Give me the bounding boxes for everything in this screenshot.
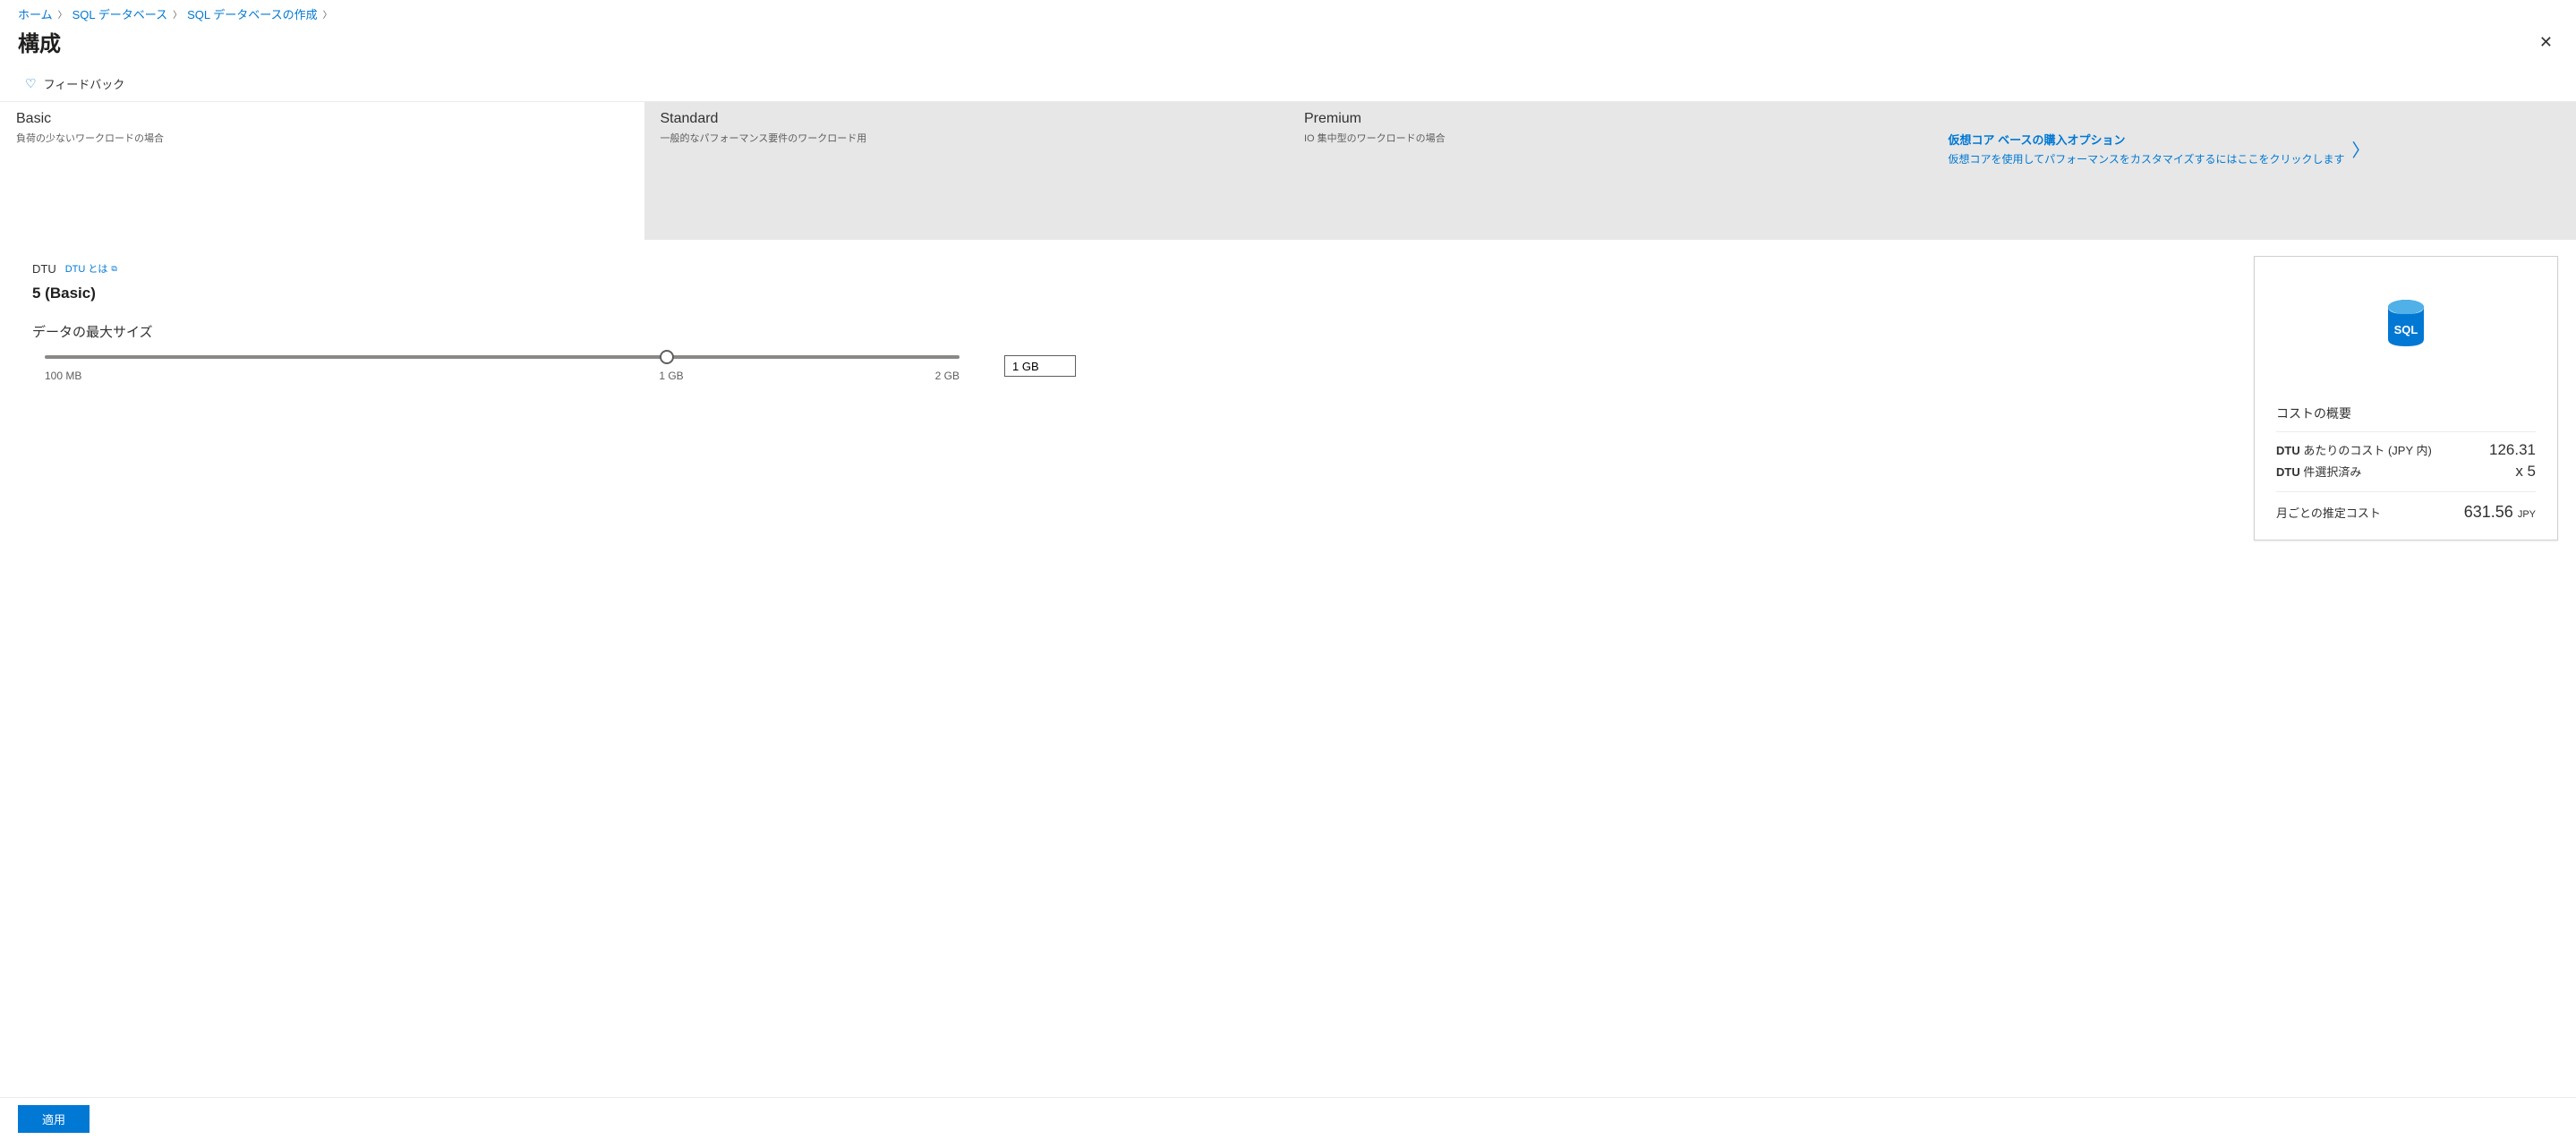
tier-basic-desc: 負荷の少ないワークロードの場合 <box>16 131 628 145</box>
tier-selector: Basic 負荷の少ないワークロードの場合 Standard 一般的なパフォーマ… <box>0 102 2576 240</box>
chevron-right-icon: 〉 <box>58 7 67 21</box>
chevron-right-icon: 〉 <box>323 7 332 21</box>
external-link-icon: ⧉ <box>111 264 116 274</box>
cost-per-dtu-value: 126.31 <box>2489 441 2536 459</box>
tier-basic-title: Basic <box>16 111 628 127</box>
size-input[interactable] <box>1004 355 1076 377</box>
slider-max-label: 2 GB <box>935 370 960 382</box>
cost-per-dtu-label: DTU あたりのコスト (JPY 内) <box>2276 441 2432 458</box>
tier-premium[interactable]: Premium IO 集中型のワークロードの場合 <box>1288 102 1932 240</box>
cost-selected-value: x 5 <box>2515 463 2536 481</box>
slider-min-label: 100 MB <box>45 370 81 382</box>
slider-thumb[interactable] <box>660 350 674 364</box>
feedback-button[interactable]: ♡ フィードバック <box>0 68 2576 102</box>
cost-selected-label: DTU 件選択済み <box>2276 463 2361 480</box>
chevron-right-icon: 〉 <box>173 7 182 21</box>
vcore-desc: 仮想コアを使用してパフォーマンスをカスタマイズするにはここをクリックします <box>1949 151 2345 166</box>
close-icon[interactable]: ✕ <box>2534 29 2558 55</box>
cost-monthly-label: 月ごとの推定コスト <box>2276 504 2381 521</box>
page-title: 構成 <box>18 26 61 57</box>
tier-standard-desc: 一般的なパフォーマンス要件のワークロード用 <box>661 131 1273 145</box>
vcore-title: 仮想コア ベースの購入オプション <box>1949 131 2345 148</box>
cost-summary-panel: SQL コストの概要 DTU あたりのコスト (JPY 内) 126.31 DT… <box>2254 256 2558 540</box>
dtu-info-link[interactable]: DTU とは ⧉ <box>65 261 117 276</box>
breadcrumb-create[interactable]: SQL データベースの作成 <box>187 5 318 22</box>
tier-premium-desc: IO 集中型のワークロードの場合 <box>1304 131 1916 145</box>
breadcrumb: ホーム 〉 SQL データベース 〉 SQL データベースの作成 〉 <box>0 0 2576 24</box>
tier-basic[interactable]: Basic 負荷の少ないワークロードの場合 <box>0 102 644 240</box>
tier-standard-title: Standard <box>661 111 1273 127</box>
max-data-size-label: データの最大サイズ <box>32 322 2236 341</box>
tier-premium-title: Premium <box>1304 111 1916 127</box>
cost-summary-title: コストの概要 <box>2255 392 2557 431</box>
cost-monthly-value: 631.56 JPY <box>2464 503 2536 522</box>
heart-icon: ♡ <box>25 76 37 91</box>
dtu-value: 5 (Basic) <box>32 285 2236 302</box>
tier-standard[interactable]: Standard 一般的なパフォーマンス要件のワークロード用 <box>644 102 1289 240</box>
footer: 適用 <box>0 1097 2576 1140</box>
apply-button[interactable]: 適用 <box>18 1105 90 1133</box>
feedback-label: フィードバック <box>44 75 125 92</box>
svg-text:SQL: SQL <box>2394 323 2418 336</box>
size-slider[interactable] <box>45 355 960 359</box>
breadcrumb-sql-db[interactable]: SQL データベース <box>73 5 168 22</box>
slider-mid-label: 1 GB <box>659 370 683 382</box>
sql-database-icon: SQL <box>2386 298 2426 351</box>
breadcrumb-home[interactable]: ホーム <box>18 5 53 22</box>
dtu-label: DTU <box>32 262 56 276</box>
tier-vcore[interactable]: 仮想コア ベースの購入オプション 仮想コアを使用してパフォーマンスをカスタマイズ… <box>1932 102 2576 240</box>
chevron-right-icon: 〉 <box>2352 136 2370 162</box>
